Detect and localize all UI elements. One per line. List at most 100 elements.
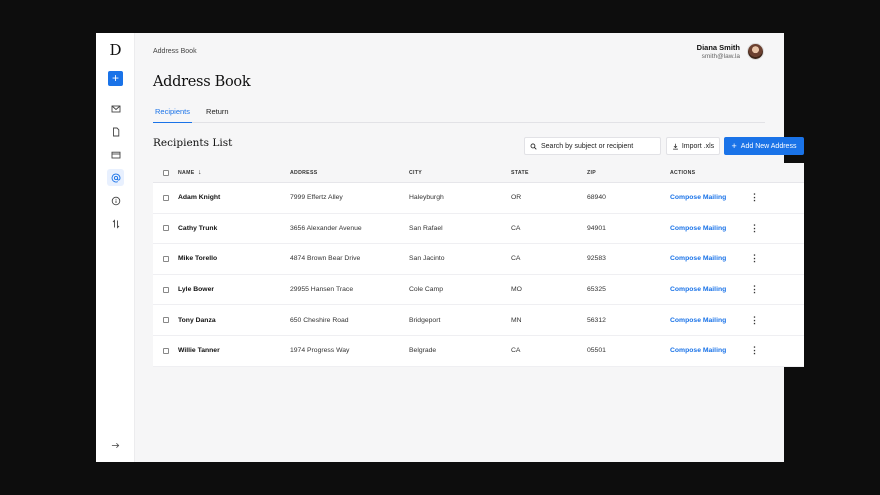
recipient-address: 650 Cheshire Road: [290, 316, 349, 324]
recipient-zip: 05501: [587, 347, 606, 355]
app-logo: D: [109, 41, 122, 59]
sort-icon: [112, 218, 119, 229]
card-icon: [111, 151, 120, 158]
at-icon: [111, 173, 120, 182]
sidebar: D +: [96, 33, 135, 462]
recipient-name: Adam Knight: [178, 194, 221, 202]
recipient-city: Bridgeport: [409, 316, 441, 324]
import-label: Import .xls: [681, 142, 715, 150]
sort-arrow-icon: ↓: [197, 169, 202, 176]
breadcrumb[interactable]: Address Book: [153, 48, 197, 55]
table-row[interactable]: Adam Knight 7999 Effertz Alley Haleyburgh O…: [153, 183, 804, 214]
recipient-state: OR: [511, 194, 522, 202]
page-title: Address Book: [153, 74, 251, 90]
logout-button[interactable]: [109, 439, 122, 452]
tab-bar: Recipients Return: [153, 105, 765, 123]
column-zip: ZIP: [587, 169, 596, 176]
column-actions: ACTIONS: [670, 169, 696, 176]
column-address: ADDRESS: [290, 169, 318, 176]
table-row[interactable]: Lyle Bower 29955 Hansen Trace Cole Camp MO 6…: [153, 275, 804, 306]
recipient-name: Mike Torello: [178, 255, 218, 263]
recipient-state: CA: [511, 224, 521, 232]
recipient-address: 29955 Hansen Trace: [290, 286, 354, 294]
sidebar-item-billing[interactable]: [107, 146, 124, 163]
add-label: Add New Address: [740, 142, 797, 150]
select-all-checkbox[interactable]: [163, 169, 169, 176]
user-email: smith@law.la: [701, 53, 740, 60]
column-name[interactable]: NAME ↓: [178, 169, 202, 176]
row-checkbox[interactable]: [163, 317, 169, 324]
search-input[interactable]: Search by subject or recipient: [524, 137, 661, 155]
import-button[interactable]: Import .xls: [666, 137, 720, 155]
recipient-zip: 65325: [587, 286, 606, 294]
more-options-icon[interactable]: ⋮: [750, 285, 759, 294]
recipient-state: MN: [511, 316, 522, 324]
recipient-city: Haleyburgh: [409, 194, 444, 202]
recipient-city: San Jacinto: [409, 255, 445, 263]
table-row[interactable]: Mike Torello 4874 Brown Bear Drive San Jac…: [153, 244, 804, 275]
recipient-address: 7999 Effertz Alley: [290, 194, 343, 202]
recipient-state: CA: [511, 255, 521, 263]
recipient-zip: 94901: [587, 224, 606, 232]
column-state: STATE: [511, 169, 529, 176]
recipient-name: Willie Tanner: [178, 347, 220, 355]
avatar[interactable]: [747, 43, 764, 60]
new-item-button[interactable]: +: [108, 71, 123, 86]
recipient-zip: 92583: [587, 255, 606, 263]
more-options-icon[interactable]: ⋮: [750, 193, 759, 202]
user-name: Diana Smith: [696, 43, 740, 52]
row-checkbox[interactable]: [163, 286, 169, 293]
search-icon: [530, 143, 537, 150]
app-window: D + Address Book Diana Smith smith@law.l…: [96, 33, 804, 462]
compose-mailing-link[interactable]: Compose Mailing: [670, 317, 726, 324]
mail-icon: [111, 105, 120, 112]
recipient-address: 4874 Brown Bear Drive: [290, 255, 361, 263]
recipient-name: Lyle Bower: [178, 286, 215, 294]
compose-mailing-link[interactable]: Compose Mailing: [670, 255, 726, 262]
user-menu[interactable]: Diana Smith smith@law.la: [697, 43, 764, 60]
section-title: Recipients List: [153, 137, 233, 149]
more-options-icon[interactable]: ⋮: [750, 315, 759, 325]
recipient-state: CA: [511, 347, 521, 355]
column-city: CITY: [409, 169, 423, 176]
recipient-city: Cole Camp: [409, 286, 443, 294]
table-row[interactable]: Cathy Trunk 3656 Alexander Avenue San Rafa…: [153, 214, 804, 245]
tab-recipients[interactable]: Recipients: [153, 105, 193, 123]
recipient-name: Tony Danza: [178, 316, 216, 324]
plus-icon: +: [731, 140, 737, 151]
table-header: NAME ↓ ADDRESS CITY STATE ZIP ACTIONS: [153, 163, 804, 183]
table-row[interactable]: Tony Danza 650 Cheshire Road Bridgeport MN 5…: [153, 305, 804, 336]
sidebar-item-documents[interactable]: [107, 123, 124, 140]
recipient-city: San Rafael: [409, 224, 443, 232]
recipient-address: 1974 Progress Way: [290, 347, 350, 355]
recipient-address: 3656 Alexander Avenue: [290, 224, 362, 232]
recipient-zip: 68940: [587, 194, 606, 202]
download-icon: [672, 143, 678, 150]
sidebar-item-address-book[interactable]: [107, 169, 124, 186]
recipients-table: NAME ↓ ADDRESS CITY STATE ZIP ACTIONS Ad…: [153, 163, 804, 367]
add-address-button[interactable]: + Add New Address: [724, 137, 804, 155]
more-options-icon[interactable]: ⋮: [750, 346, 759, 355]
info-icon: [111, 196, 120, 205]
row-checkbox[interactable]: [163, 255, 169, 262]
row-checkbox[interactable]: [163, 194, 169, 201]
more-options-icon[interactable]: ⋮: [750, 254, 759, 263]
sidebar-item-sort[interactable]: [107, 215, 124, 232]
main-content: Address Book Diana Smith smith@law.la Ad…: [135, 33, 804, 462]
table-row[interactable]: Willie Tanner 1974 Progress Way Belgrade CA…: [153, 336, 804, 367]
recipient-name: Cathy Trunk: [178, 224, 218, 232]
compose-mailing-link[interactable]: Compose Mailing: [670, 225, 726, 232]
tab-return[interactable]: Return: [204, 105, 231, 123]
row-checkbox[interactable]: [163, 347, 169, 354]
row-checkbox[interactable]: [163, 225, 169, 232]
recipient-state: MO: [511, 286, 522, 294]
sidebar-item-info[interactable]: [107, 192, 124, 209]
document-icon: [112, 127, 119, 136]
sidebar-item-mail[interactable]: [107, 100, 124, 117]
more-options-icon[interactable]: ⋮: [750, 223, 759, 233]
recipient-zip: 56312: [587, 316, 606, 324]
compose-mailing-link[interactable]: Compose Mailing: [670, 286, 726, 293]
compose-mailing-link[interactable]: Compose Mailing: [670, 347, 726, 354]
compose-mailing-link[interactable]: Compose Mailing: [670, 194, 726, 201]
recipient-city: Belgrade: [409, 347, 437, 355]
